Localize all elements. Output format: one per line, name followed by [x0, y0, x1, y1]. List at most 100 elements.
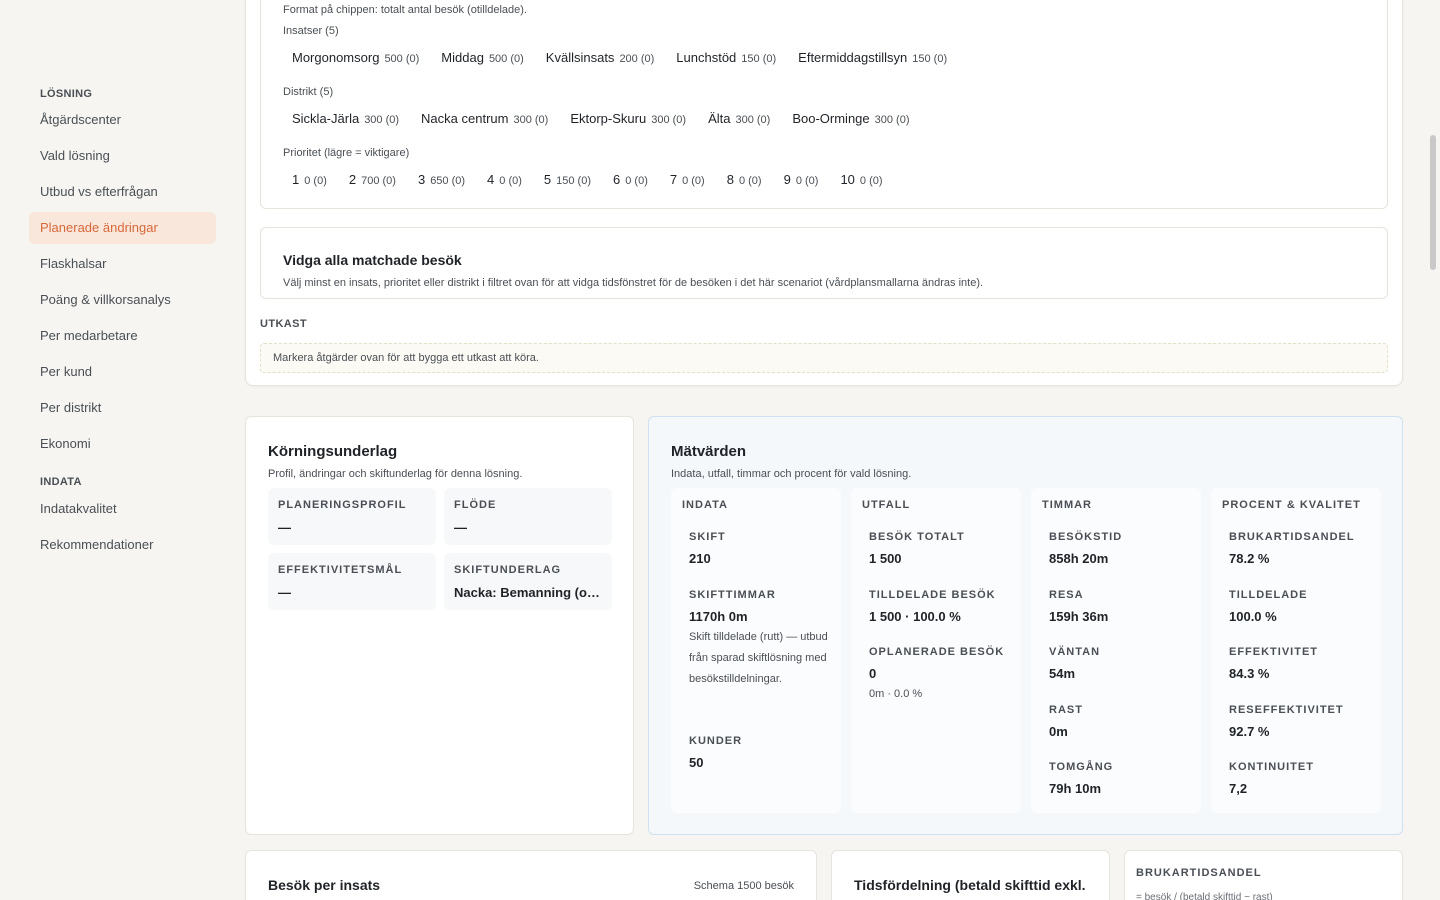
chip-count: 300 (0) [364, 114, 400, 126]
filter-chip[interactable]: Nacka centrum 300 (0) [412, 108, 557, 130]
metric-label: BESÖK TOTALT [869, 531, 965, 543]
metrics-column-timmar: TIMMAR BESÖKSTID 858h 20m RESA 159h 36m VÄNTA… [1031, 488, 1201, 813]
chip-label: Middag [441, 50, 484, 65]
filter-chip[interactable]: 7 0 (0) [661, 169, 714, 191]
sidebar-item-utbud-vs-efterfragan[interactable]: Utbud vs efterfrågan [29, 176, 216, 208]
filter-chip[interactable]: Ektorp-Skuru 300 (0) [561, 108, 695, 130]
sidebar-item-poang-villkorsanalys[interactable]: Poäng & villkorsanalys [29, 284, 216, 316]
metrics-column-utfall: UTFALL BESÖK TOTALT 1 500 TILLDELADE BESÖK 1… [851, 488, 1021, 813]
metrics-column-indata: INDATA SKIFT 210 SKIFTTIMMAR 1170h 0m Skift t… [671, 488, 841, 813]
metric-value: 858h 20m [1049, 551, 1109, 566]
filter-chip[interactable]: 8 0 (0) [718, 169, 771, 191]
metric-label: TOMGÅNG [1049, 761, 1114, 773]
filter-chip[interactable]: 10 0 (0) [831, 169, 891, 191]
page-scrollbar[interactable] [1428, 0, 1438, 900]
sidebar-item-planerade-andringar[interactable]: Planerade ändringar [29, 212, 216, 244]
schedule-visit-count: Schema 1500 besök [693, 880, 794, 892]
sidebar-item-ekonomi[interactable]: Ekonomi [29, 428, 216, 460]
sidebar-item-indatakvalitet[interactable]: Indatakvalitet [29, 493, 216, 525]
metric-label: BRUKARTIDSANDEL [1229, 531, 1355, 543]
field-label: PLANERINGSPROFIL [278, 499, 407, 511]
widen-visits-text: Välj minst en insats, prioritet eller di… [283, 277, 984, 289]
chip-count: 0 (0) [304, 175, 327, 187]
run-basis-field-planeringsprofil: PLANERINGSPROFIL — [268, 488, 436, 545]
chip-label: Älta [708, 111, 731, 126]
filter-chip[interactable]: Älta 300 (0) [699, 108, 779, 130]
chip-format-note: Format på chippen: totalt antal besök (o… [283, 4, 527, 16]
chip-count: 0 (0) [738, 175, 762, 187]
metric-label: SKIFT [689, 531, 726, 543]
chip-row: Morgonomsorg 500 (0) Middag 500 (0) Kvällsin… [283, 47, 960, 69]
sidebar-item-per-kund[interactable]: Per kund [29, 356, 216, 388]
client-time-share-formula: = besök / (betald skifttid − rast) [1136, 892, 1273, 900]
draft-label: UTKAST [260, 318, 308, 330]
metric-label: RESEFFEKTIVITET [1229, 703, 1344, 716]
sidebar-item-per-distrikt[interactable]: Per distrikt [29, 392, 216, 424]
sidebar-item-per-medarbetare[interactable]: Per medarbetare [29, 320, 216, 352]
run-basis-card: Körningsunderlag Profil, ändringar och s… [245, 416, 634, 835]
chip-label: Nacka centrum [421, 111, 509, 126]
sidebar-item-flaskhalsar[interactable]: Flaskhalsar [29, 248, 216, 280]
filter-chip[interactable]: 9 0 (0) [775, 169, 828, 191]
metric-kontinuitet: KONTINUITET 7,2 [1229, 761, 1374, 796]
metric-label: TILLDELADE BESÖK [869, 588, 996, 601]
filter-chip[interactable]: Kvällsinsats 200 (0) [537, 47, 664, 69]
metrics-column-procent-kvalitet: PROCENT & KVALITET BRUKARTIDSANDEL 78.2 % T… [1211, 488, 1381, 813]
chip-count: 0 (0) [499, 175, 522, 187]
filter-chip[interactable]: Lunchstöd 150 (0) [667, 47, 785, 69]
chip-count: 650 (0) [430, 175, 466, 187]
filter-chip[interactable]: 3 650 (0) [409, 169, 474, 191]
filter-chip[interactable]: 1 0 (0) [283, 169, 336, 191]
metric-label: SKIFTTIMMAR [689, 588, 776, 601]
metric-label: VÄNTAN [1049, 646, 1101, 658]
filter-chip[interactable]: Morgonomsorg 500 (0) [283, 47, 428, 69]
metric-skifttimmar: SKIFTTIMMAR 1170h 0m Skift tilldelade (rut… [689, 589, 834, 690]
field-label: SKIFTUNDERLAG [454, 564, 562, 576]
chip-count: 200 (0) [619, 53, 655, 65]
filter-chip[interactable]: Middag 500 (0) [432, 47, 533, 69]
metric-tomgang: TOMGÅNG 79h 10m [1049, 761, 1194, 796]
chip-row: Sickla-Järla 300 (0) Nacka centrum 300 (0) E… [283, 108, 923, 130]
chip-label: 9 [783, 172, 791, 187]
field-label: EFFEKTIVITETSMÅL [278, 564, 403, 576]
chip-label: Lunchstöd [676, 50, 737, 65]
scrollbar-thumb[interactable] [1430, 135, 1436, 270]
field-value: — [278, 520, 291, 535]
main-content: Format på chippen: totalt antal besök (o… [245, 0, 1403, 900]
chip-count: 0 (0) [682, 175, 705, 187]
sidebar-item-vald-losning[interactable]: Vald lösning [29, 140, 216, 172]
filter-chip[interactable]: Sickla-Järla 300 (0) [283, 108, 408, 130]
chip-count: 300 (0) [651, 114, 687, 126]
metric-vantan: VÄNTAN 54m [1049, 646, 1194, 681]
metric-value: 210 [689, 551, 711, 566]
filter-chip[interactable]: 5 150 (0) [535, 169, 600, 191]
filter-chip[interactable]: Eftermiddagstillsyn 150 (0) [789, 47, 956, 69]
chip-label: 10 [840, 172, 855, 187]
chip-count: 0 (0) [859, 175, 883, 187]
chip-count: 150 (0) [912, 53, 948, 65]
metric-rast: RAST 0m [1049, 704, 1194, 739]
metric-value: 1 500 [869, 551, 902, 566]
chip-count: 300 (0) [513, 114, 549, 126]
sidebar-item-rekommendationer[interactable]: Rekommendationer [29, 529, 216, 561]
sidebar-section-label: LÖSNING [40, 88, 93, 100]
filter-chip[interactable]: 6 0 (0) [604, 169, 657, 191]
sidebar: LÖSNING Åtgärdscenter Vald lösning Utbud vs… [0, 0, 232, 900]
chip-count: 150 (0) [741, 53, 777, 65]
metrics-title: Mätvärden [671, 443, 747, 460]
metric-label: TILLDELADE [1229, 588, 1308, 601]
chip-label: Sickla-Järla [292, 111, 360, 126]
metric-value: 0m [1049, 723, 1068, 739]
metric-label: RESA [1049, 588, 1084, 601]
filter-chip[interactable]: 2 700 (0) [340, 169, 405, 191]
metric-value: 0 [869, 666, 877, 681]
filter-chip[interactable]: 4 0 (0) [478, 169, 531, 191]
chip-count: 500 (0) [384, 53, 420, 65]
filter-chip[interactable]: Boo-Orminge 300 (0) [783, 108, 918, 130]
client-time-share-label: BRUKARTIDSANDEL [1136, 867, 1262, 879]
run-basis-field-effektivitetsmal: EFFEKTIVITETSMÅL — [268, 553, 436, 610]
metric-value: 100.0 % [1229, 608, 1277, 624]
sidebar-item-atgardscenter[interactable]: Åtgärdscenter [29, 104, 216, 136]
chip-label: 4 [487, 172, 495, 187]
chip-row: 1 0 (0) 2 700 (0) 3 650 (0) 4 0 (0) 5 150 (0) 6 0 (… [283, 169, 896, 191]
